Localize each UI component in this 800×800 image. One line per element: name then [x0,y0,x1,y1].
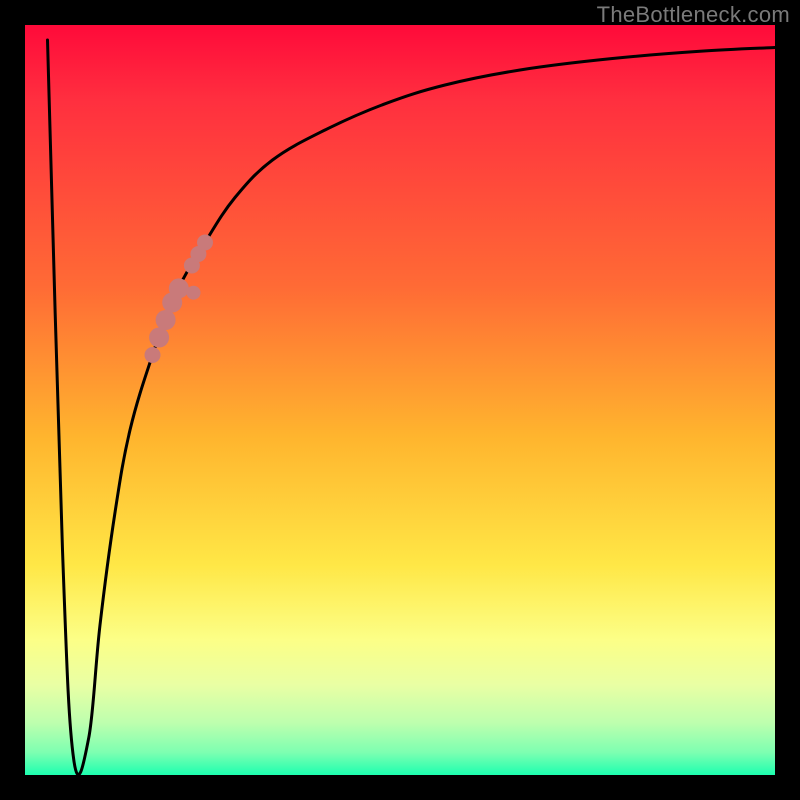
highlight-dot [197,235,213,251]
highlight-dot [149,328,169,348]
highlight-dot [145,347,161,363]
highlight-dots [145,235,214,364]
highlight-dot [156,310,176,330]
highlight-dot [169,278,189,298]
chart-frame: TheBottleneck.com [0,0,800,800]
bottleneck-curve-path [48,40,776,775]
watermark-text: TheBottleneck.com [597,2,790,28]
plot-area [25,25,775,775]
highlight-dot [187,286,201,300]
curve-layer [25,25,775,775]
